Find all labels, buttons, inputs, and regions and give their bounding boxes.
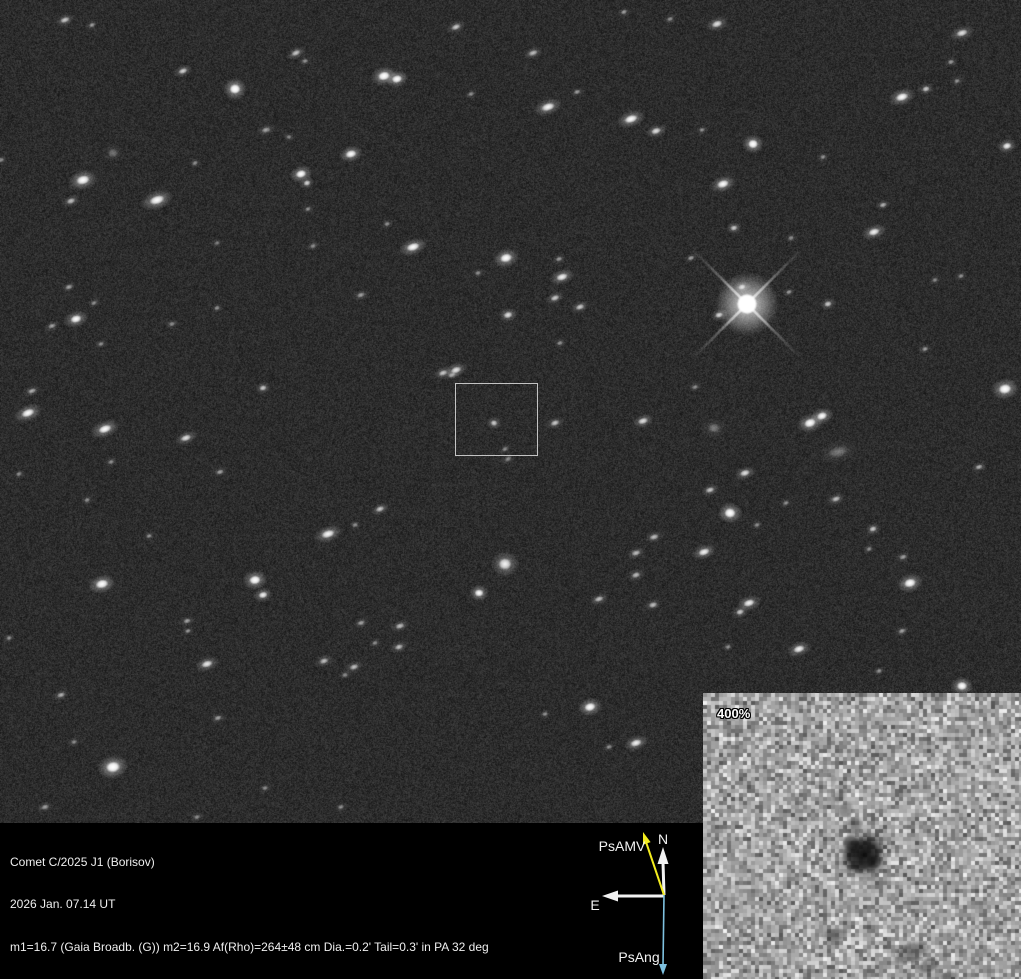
- compass-psang-label: PsAng: [618, 949, 659, 965]
- comet-marker-box: [455, 383, 538, 456]
- psang-arrow: [663, 895, 664, 966]
- north-arrowhead-icon: [658, 847, 669, 864]
- psang-arrowhead-icon: [659, 964, 667, 975]
- caption-line-object: Comet C/2025 J1 (Borisov): [10, 855, 496, 869]
- orientation-compass: N E PsAMV PsAng: [585, 818, 685, 979]
- east-arrowhead-icon: [602, 891, 618, 902]
- caption: Comet C/2025 J1 (Borisov) 2026 Jan. 07.1…: [10, 826, 496, 979]
- caption-line-photometry: m1=16.7 (Gaia Broadb. (G)) m2=16.9 Af(Rh…: [10, 940, 496, 954]
- inset-zoom-level: 400%: [717, 706, 750, 721]
- inset-zoom-panel: 400%: [703, 693, 1021, 979]
- psamv-arrow: [646, 842, 664, 895]
- comet-observation-image: Comet C/2025 J1 (Borisov) 2026 Jan. 07.1…: [0, 0, 1021, 979]
- compass-north-label: N: [658, 831, 668, 847]
- compass-psamv-label: PsAMV: [599, 838, 646, 854]
- caption-line-date: 2026 Jan. 07.14 UT: [10, 897, 496, 911]
- compass-east-label: E: [590, 897, 599, 913]
- inset-zoom-image: [703, 693, 1021, 979]
